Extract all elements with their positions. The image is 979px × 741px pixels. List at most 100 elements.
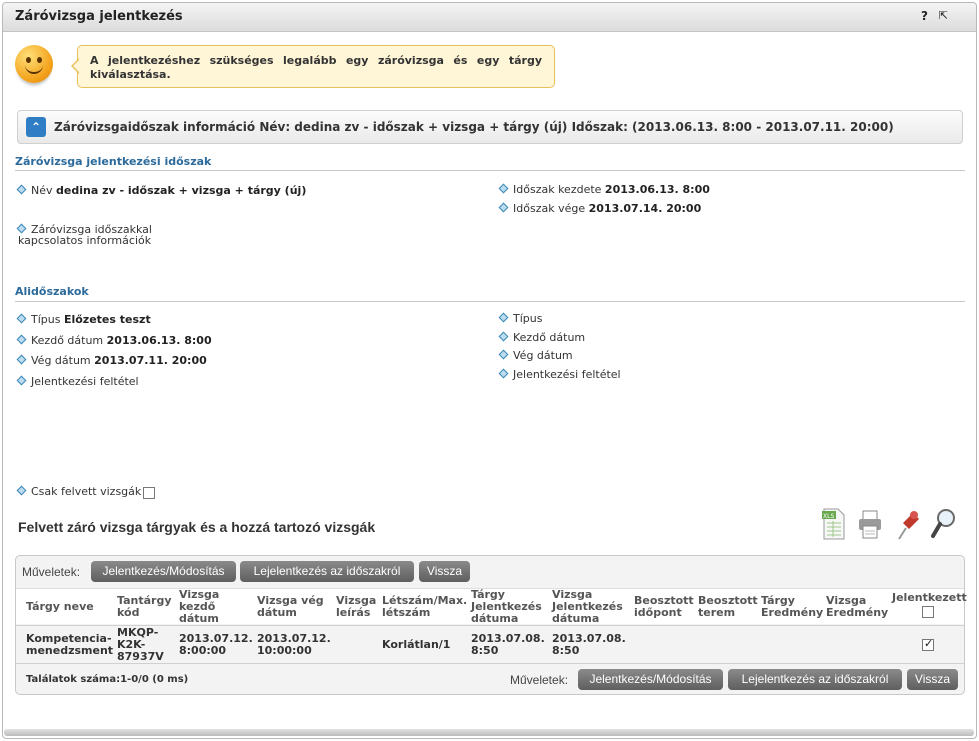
popout-icon[interactable]: ⇱ (939, 9, 948, 22)
operations-label: Műveletek: (510, 673, 569, 687)
column-header[interactable]: Tárgy Eredmény (761, 595, 823, 619)
period-section-title: Záróvizsga jelentkezési időszak (15, 155, 212, 168)
operations-label: Műveletek: (22, 565, 81, 579)
back-button[interactable]: Vissza (419, 561, 470, 582)
field-value: 2013.07.11. 20:00 (94, 354, 207, 367)
column-header[interactable]: Vizsga vég dátum (257, 595, 329, 619)
column-header[interactable]: Vizsga Jelentkezés dátuma (552, 589, 624, 625)
table-row[interactable]: Kompetencia-menedzsment MKQP-K2K-87937V … (16, 625, 964, 664)
bullet-icon (16, 354, 27, 365)
field-label: Időszak vége (513, 202, 586, 215)
bullet-icon (16, 485, 27, 496)
registered-checkbox[interactable] (922, 637, 934, 651)
subperiod-condition-field: Jelentkezési feltétel (16, 375, 139, 388)
results-count: Találatok száma:1-0/0 (0 ms) (26, 674, 189, 685)
field-label: Időszak kezdete (513, 183, 602, 196)
subperiod2-type-field: Típus (498, 312, 543, 325)
period-info-field: Záróvizsga időszakkal kapcsolatos inform… (16, 223, 218, 247)
field-label: Jelentkezési feltétel (31, 375, 139, 388)
cell-subject-reg: 2013.07.08. 8:50 (471, 632, 545, 657)
info-message: A jelentkezéshez szükséges legalább egy … (71, 45, 555, 88)
divider (15, 170, 965, 171)
xls-export-icon[interactable]: XLS (820, 506, 848, 542)
period-start-field: Időszak kezdete 2013.06.13. 8:00 (498, 183, 710, 196)
subperiod2-end-field: Vég dátum (498, 349, 573, 362)
field-label: Típus (31, 313, 61, 326)
only-taken-checkbox[interactable] (143, 487, 155, 499)
column-header[interactable]: Beosztott időpont (634, 595, 694, 619)
field-value: 2013.07.14. 20:00 (588, 202, 702, 215)
cell-exam-reg: 2013.07.08. 8:50 (552, 632, 626, 657)
column-header[interactable]: Létszám/Max. létszám (382, 595, 468, 619)
field-value: dedina zv - időszak + vizsga + tárgy (új… (56, 184, 307, 197)
cell-exam-end: 2013.07.12. 10:00:00 (257, 632, 331, 657)
exam-list-panel: Műveletek: Jelentkezés/Módosítás Lejelen… (15, 555, 967, 695)
bullet-icon (498, 331, 509, 342)
window-title: Záróvizsga jelentkezés (15, 9, 183, 24)
field-label: Típus (513, 312, 543, 325)
bullet-icon (16, 184, 27, 195)
column-header[interactable]: Beosztott terem (698, 595, 758, 619)
svg-text:XLS: XLS (823, 513, 834, 520)
collapse-icon[interactable]: ⌃ (26, 117, 46, 137)
unregister-button[interactable]: Lejelentkezés az időszakról (240, 561, 414, 582)
subperiod2-start-field: Kezdő dátum (498, 331, 586, 344)
subperiod-start-field: Kezdő dátum 2013.06.13. 8:00 (16, 334, 212, 347)
table-header: Tárgy neve Tantárgy kód Vizsga kezdő dát… (16, 588, 967, 625)
only-taken-filter: Csak felvett vizsgák (16, 485, 142, 498)
cell-subject-name: Kompetencia-menedzsment (26, 632, 114, 657)
bullet-icon (16, 313, 27, 324)
field-label: Név (31, 184, 53, 197)
select-all-checkbox[interactable] (922, 606, 934, 618)
column-header[interactable]: Vizsga leírás (336, 595, 376, 619)
cell-headcount: Korlátlan/1 (382, 638, 451, 651)
bullet-icon (498, 312, 509, 323)
subperiod-type-field: Típus Előzetes teszt (16, 313, 151, 326)
column-header[interactable]: Tárgy Jelentkezés dátuma (471, 589, 543, 625)
period-end-field: Időszak vége 2013.07.14. 20:00 (498, 202, 702, 215)
period-name-field: Név dedina zv - időszak + vizsga + tárgy… (16, 184, 307, 197)
unregister-button-bottom[interactable]: Lejelentkezés az időszakról (728, 669, 902, 690)
bullet-icon (498, 183, 509, 194)
only-taken-label: Csak felvett vizsgák (31, 485, 142, 498)
title-bar: Záróvizsga jelentkezés ? ⇱ (3, 3, 976, 32)
help-icon[interactable]: ? (921, 9, 928, 23)
field-value: 2013.06.13. 8:00 (106, 334, 212, 347)
search-icon[interactable] (930, 506, 958, 542)
field-value: Előzetes teszt (63, 313, 151, 326)
cell-exam-start: 2013.07.12. 8:00:00 (179, 632, 253, 657)
period-info-bar: ⌃ Záróvizsgaidőszak információ Név: dedi… (17, 110, 963, 144)
column-header[interactable]: Tárgy neve (26, 601, 106, 613)
horizontal-scrollbar[interactable] (4, 729, 974, 736)
column-header[interactable]: Jelentkezett (892, 592, 967, 604)
subperiod-section-title: Alidőszakok (15, 285, 89, 298)
field-label: Vég dátum (513, 349, 573, 362)
field-label: Kezdő dátum (513, 331, 586, 344)
cell-subject-code: MKQP-K2K-87937V (117, 626, 164, 663)
bullet-icon (16, 334, 27, 345)
print-icon[interactable] (856, 506, 884, 542)
bullet-icon (16, 223, 27, 234)
field-value: 2013.06.13. 8:00 (604, 183, 710, 196)
divider (15, 301, 965, 302)
apply-button[interactable]: Jelentkezés/Módosítás (91, 561, 236, 582)
column-header[interactable]: Tantárgy kód (117, 595, 172, 619)
subperiod2-condition-field: Jelentkezési feltétel (498, 368, 621, 381)
bullet-icon (498, 349, 509, 360)
field-label: Vég dátum (31, 354, 91, 367)
smiley-icon (15, 45, 53, 83)
column-header[interactable]: Vizsga Eredmény (826, 595, 888, 619)
back-button-bottom[interactable]: Vissza (907, 669, 958, 690)
column-header[interactable]: Vizsga kezdő dátum (179, 589, 234, 625)
apply-button-bottom[interactable]: Jelentkezés/Módosítás (578, 669, 723, 690)
list-heading: Felvett záró vizsga tárgyak és a hozzá t… (18, 519, 376, 535)
field-label: Záróvizsga időszakkal kapcsolatos inform… (18, 223, 152, 247)
field-label: Jelentkezési feltétel (513, 368, 621, 381)
bullet-icon (16, 375, 27, 386)
period-info-text: Záróvizsgaidőszak információ Név: dedina… (54, 120, 894, 134)
pin-icon[interactable] (893, 506, 921, 542)
subperiod-end-field: Vég dátum 2013.07.11. 20:00 (16, 354, 207, 367)
bullet-icon (498, 368, 509, 379)
bullet-icon (498, 202, 509, 213)
field-label: Kezdő dátum (31, 334, 104, 347)
